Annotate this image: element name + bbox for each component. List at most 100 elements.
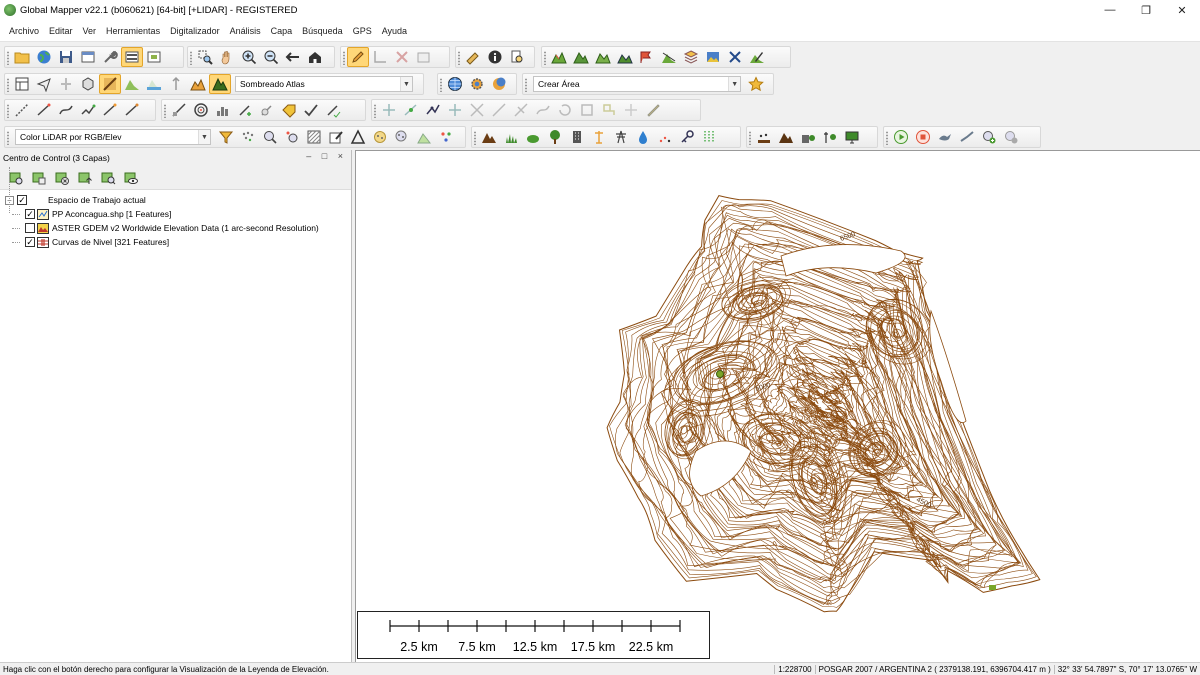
analysis-tool-7[interactable] (680, 47, 702, 67)
lidar-classify-button[interactable] (237, 127, 259, 147)
workspace-checkbox[interactable]: ✓ (17, 195, 27, 205)
analysis-tool-4[interactable] (614, 47, 636, 67)
water-level-button[interactable] (143, 74, 165, 94)
lidar-tool-5[interactable] (256, 100, 278, 120)
open-layer-button[interactable] (4, 168, 27, 188)
overview-button[interactable] (143, 47, 165, 67)
class-building-button[interactable] (566, 127, 588, 147)
analysis-tool-8[interactable] (702, 47, 724, 67)
feature-info-button[interactable] (484, 47, 506, 67)
layer-row[interactable]: ✓ Curvas de Nivel [321 Features] (0, 235, 351, 249)
lidar-tool-8[interactable] (322, 100, 344, 120)
lidar-query-button[interactable] (281, 127, 303, 147)
vertex-tool-12[interactable] (620, 100, 642, 120)
draw-line-button[interactable] (11, 100, 33, 120)
menu-item-ver[interactable]: Ver (78, 26, 102, 36)
lidar-tool-d[interactable] (435, 127, 457, 147)
vertex-tool-1[interactable] (378, 100, 400, 120)
menu-item-busqueda[interactable]: Búsqueda (297, 26, 348, 36)
draw-freehand-button[interactable] (99, 100, 121, 120)
layer-options-button[interactable] (27, 168, 50, 188)
class-grid-button[interactable] (698, 127, 720, 147)
lidar-tool-a[interactable] (369, 127, 391, 147)
vertex-tool-8[interactable] (532, 100, 554, 120)
analysis-tool-2[interactable] (570, 47, 592, 67)
area-select[interactable]: Crear Área ▼ (533, 76, 742, 92)
class-noise-button[interactable] (654, 127, 676, 147)
class-high-veg-button[interactable] (544, 127, 566, 147)
lidar-tool-1[interactable] (168, 100, 190, 120)
menu-item-capa[interactable]: Capa (266, 26, 298, 36)
map-view[interactable]: 6500 5000 4500 (355, 150, 1200, 662)
analysis-tool-10[interactable] (746, 47, 768, 67)
vertex-tool-2[interactable] (400, 100, 422, 120)
menu-item-digitalizador[interactable]: Digitalizador (165, 26, 225, 36)
control-center-toggle[interactable] (121, 47, 143, 67)
zoom-to-layer-button[interactable] (96, 168, 119, 188)
sym-tool-4[interactable] (819, 127, 841, 147)
menu-item-editar[interactable]: Editar (44, 26, 78, 36)
vertex-tool-10[interactable] (576, 100, 598, 120)
contour-map[interactable]: 6500 5000 4500 (356, 151, 1200, 662)
lidar-tool-b[interactable] (391, 127, 413, 147)
class-key-button[interactable] (676, 127, 698, 147)
online-data-button[interactable] (33, 47, 55, 67)
layer-checkbox[interactable]: ✓ (25, 209, 35, 219)
analysis-tool-1[interactable] (548, 47, 570, 67)
vertex-tool-13[interactable] (642, 100, 664, 120)
class-water-button[interactable] (632, 127, 654, 147)
vertical-exaggeration-button[interactable] (165, 74, 187, 94)
lidar-edit-button[interactable] (325, 127, 347, 147)
add-waypoint-button[interactable] (978, 127, 1000, 147)
minimize-button[interactable]: — (1092, 0, 1128, 20)
layer-row[interactable]: ✓ PP Aconcagua.shp [1 Features] (0, 207, 351, 221)
class-powerline-button[interactable] (610, 127, 632, 147)
zoom-out-button[interactable] (260, 47, 282, 67)
class-pole-button[interactable] (588, 127, 610, 147)
menu-item-herramientas[interactable]: Herramientas (101, 26, 165, 36)
gear-settings-button[interactable] (466, 74, 488, 94)
layer-checkbox[interactable] (25, 223, 35, 233)
3d-view-button[interactable] (77, 74, 99, 94)
aconcagua-point-marker[interactable] (716, 370, 724, 378)
measure-button[interactable] (369, 47, 391, 67)
path-button[interactable] (956, 127, 978, 147)
draw-point-button[interactable] (121, 100, 143, 120)
close-button[interactable]: ✕ (1164, 0, 1200, 20)
delete-feature-button[interactable] (391, 47, 413, 67)
lidar-tool-7[interactable] (300, 100, 322, 120)
pane-controls[interactable]: – □ × (306, 151, 347, 161)
maximize-button[interactable]: ❐ (1128, 0, 1164, 20)
play-button[interactable] (890, 127, 912, 147)
shader-select[interactable]: Sombreado Atlas ▼ (235, 76, 413, 92)
lidar-search-button[interactable] (259, 127, 281, 147)
lidar-tool-6[interactable] (278, 100, 300, 120)
layer-up-button[interactable] (73, 168, 96, 188)
digitizer-button[interactable] (347, 47, 369, 67)
menu-item-archivo[interactable]: Archivo (4, 26, 44, 36)
contrast-button[interactable] (121, 74, 143, 94)
measure-tool-button[interactable] (462, 47, 484, 67)
draw-area-button[interactable] (77, 100, 99, 120)
vertex-tool-7[interactable] (510, 100, 532, 120)
draw-curve-button[interactable] (55, 100, 77, 120)
lidar-tool-4[interactable] (234, 100, 256, 120)
elevation-legend-button[interactable] (187, 74, 209, 94)
sym-tool-3[interactable] (797, 127, 819, 147)
favorite-button[interactable] (745, 74, 767, 94)
zoom-box-button[interactable] (194, 47, 216, 67)
lidar-filter-button[interactable] (215, 127, 237, 147)
stop-button[interactable] (912, 127, 934, 147)
zoom-in-button[interactable] (238, 47, 260, 67)
lidar-tool-3[interactable] (212, 100, 234, 120)
sun-moon-button[interactable] (488, 74, 510, 94)
sym-tool-5[interactable] (841, 127, 863, 147)
view-3d-button[interactable] (11, 74, 33, 94)
analysis-tool-3[interactable] (592, 47, 614, 67)
fly-button[interactable] (934, 127, 956, 147)
vertex-tool-4[interactable] (444, 100, 466, 120)
globe-view-button[interactable] (444, 74, 466, 94)
draw-polyline-button[interactable] (33, 100, 55, 120)
layer-checkbox[interactable]: ✓ (25, 237, 35, 247)
menu-item-analisis[interactable]: Análisis (225, 26, 266, 36)
